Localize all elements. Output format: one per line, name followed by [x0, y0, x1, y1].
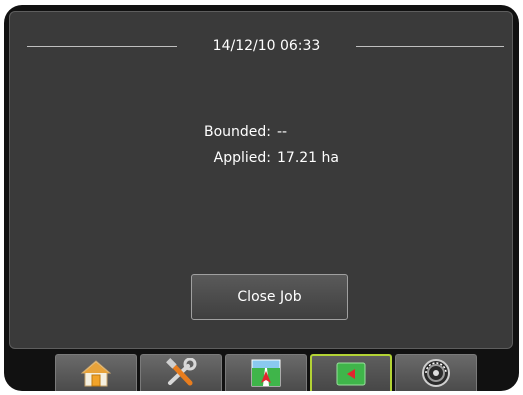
close-job-button[interactable]: Close Job [191, 274, 348, 320]
tab-field-map[interactable] [310, 354, 392, 391]
tab-gauge[interactable] [395, 354, 477, 391]
tools-icon [166, 358, 197, 386]
header-divider-right [356, 46, 504, 47]
applied-value: 17.21 ha [277, 150, 339, 166]
applied-label: Applied: [213, 150, 271, 166]
job-info-panel: 14/12/10 06:33 Bounded: -- Applied: 17.2… [9, 11, 513, 349]
field-map-icon [336, 362, 366, 385]
header-divider-left [27, 46, 177, 47]
tab-guidance[interactable] [225, 354, 307, 391]
tab-tools[interactable] [140, 354, 222, 391]
console-device: 14/12/10 06:33 Bounded: -- Applied: 17.2… [4, 5, 519, 391]
gauge-icon [422, 359, 450, 387]
guidance-view-icon [251, 359, 281, 387]
bottom-tab-bar [55, 354, 477, 391]
date-time-display: 14/12/10 06:33 [212, 38, 321, 54]
bounded-value: -- [277, 124, 288, 140]
bounded-label: Bounded: [203, 124, 271, 140]
home-icon [81, 360, 111, 387]
tab-home[interactable] [55, 354, 137, 391]
